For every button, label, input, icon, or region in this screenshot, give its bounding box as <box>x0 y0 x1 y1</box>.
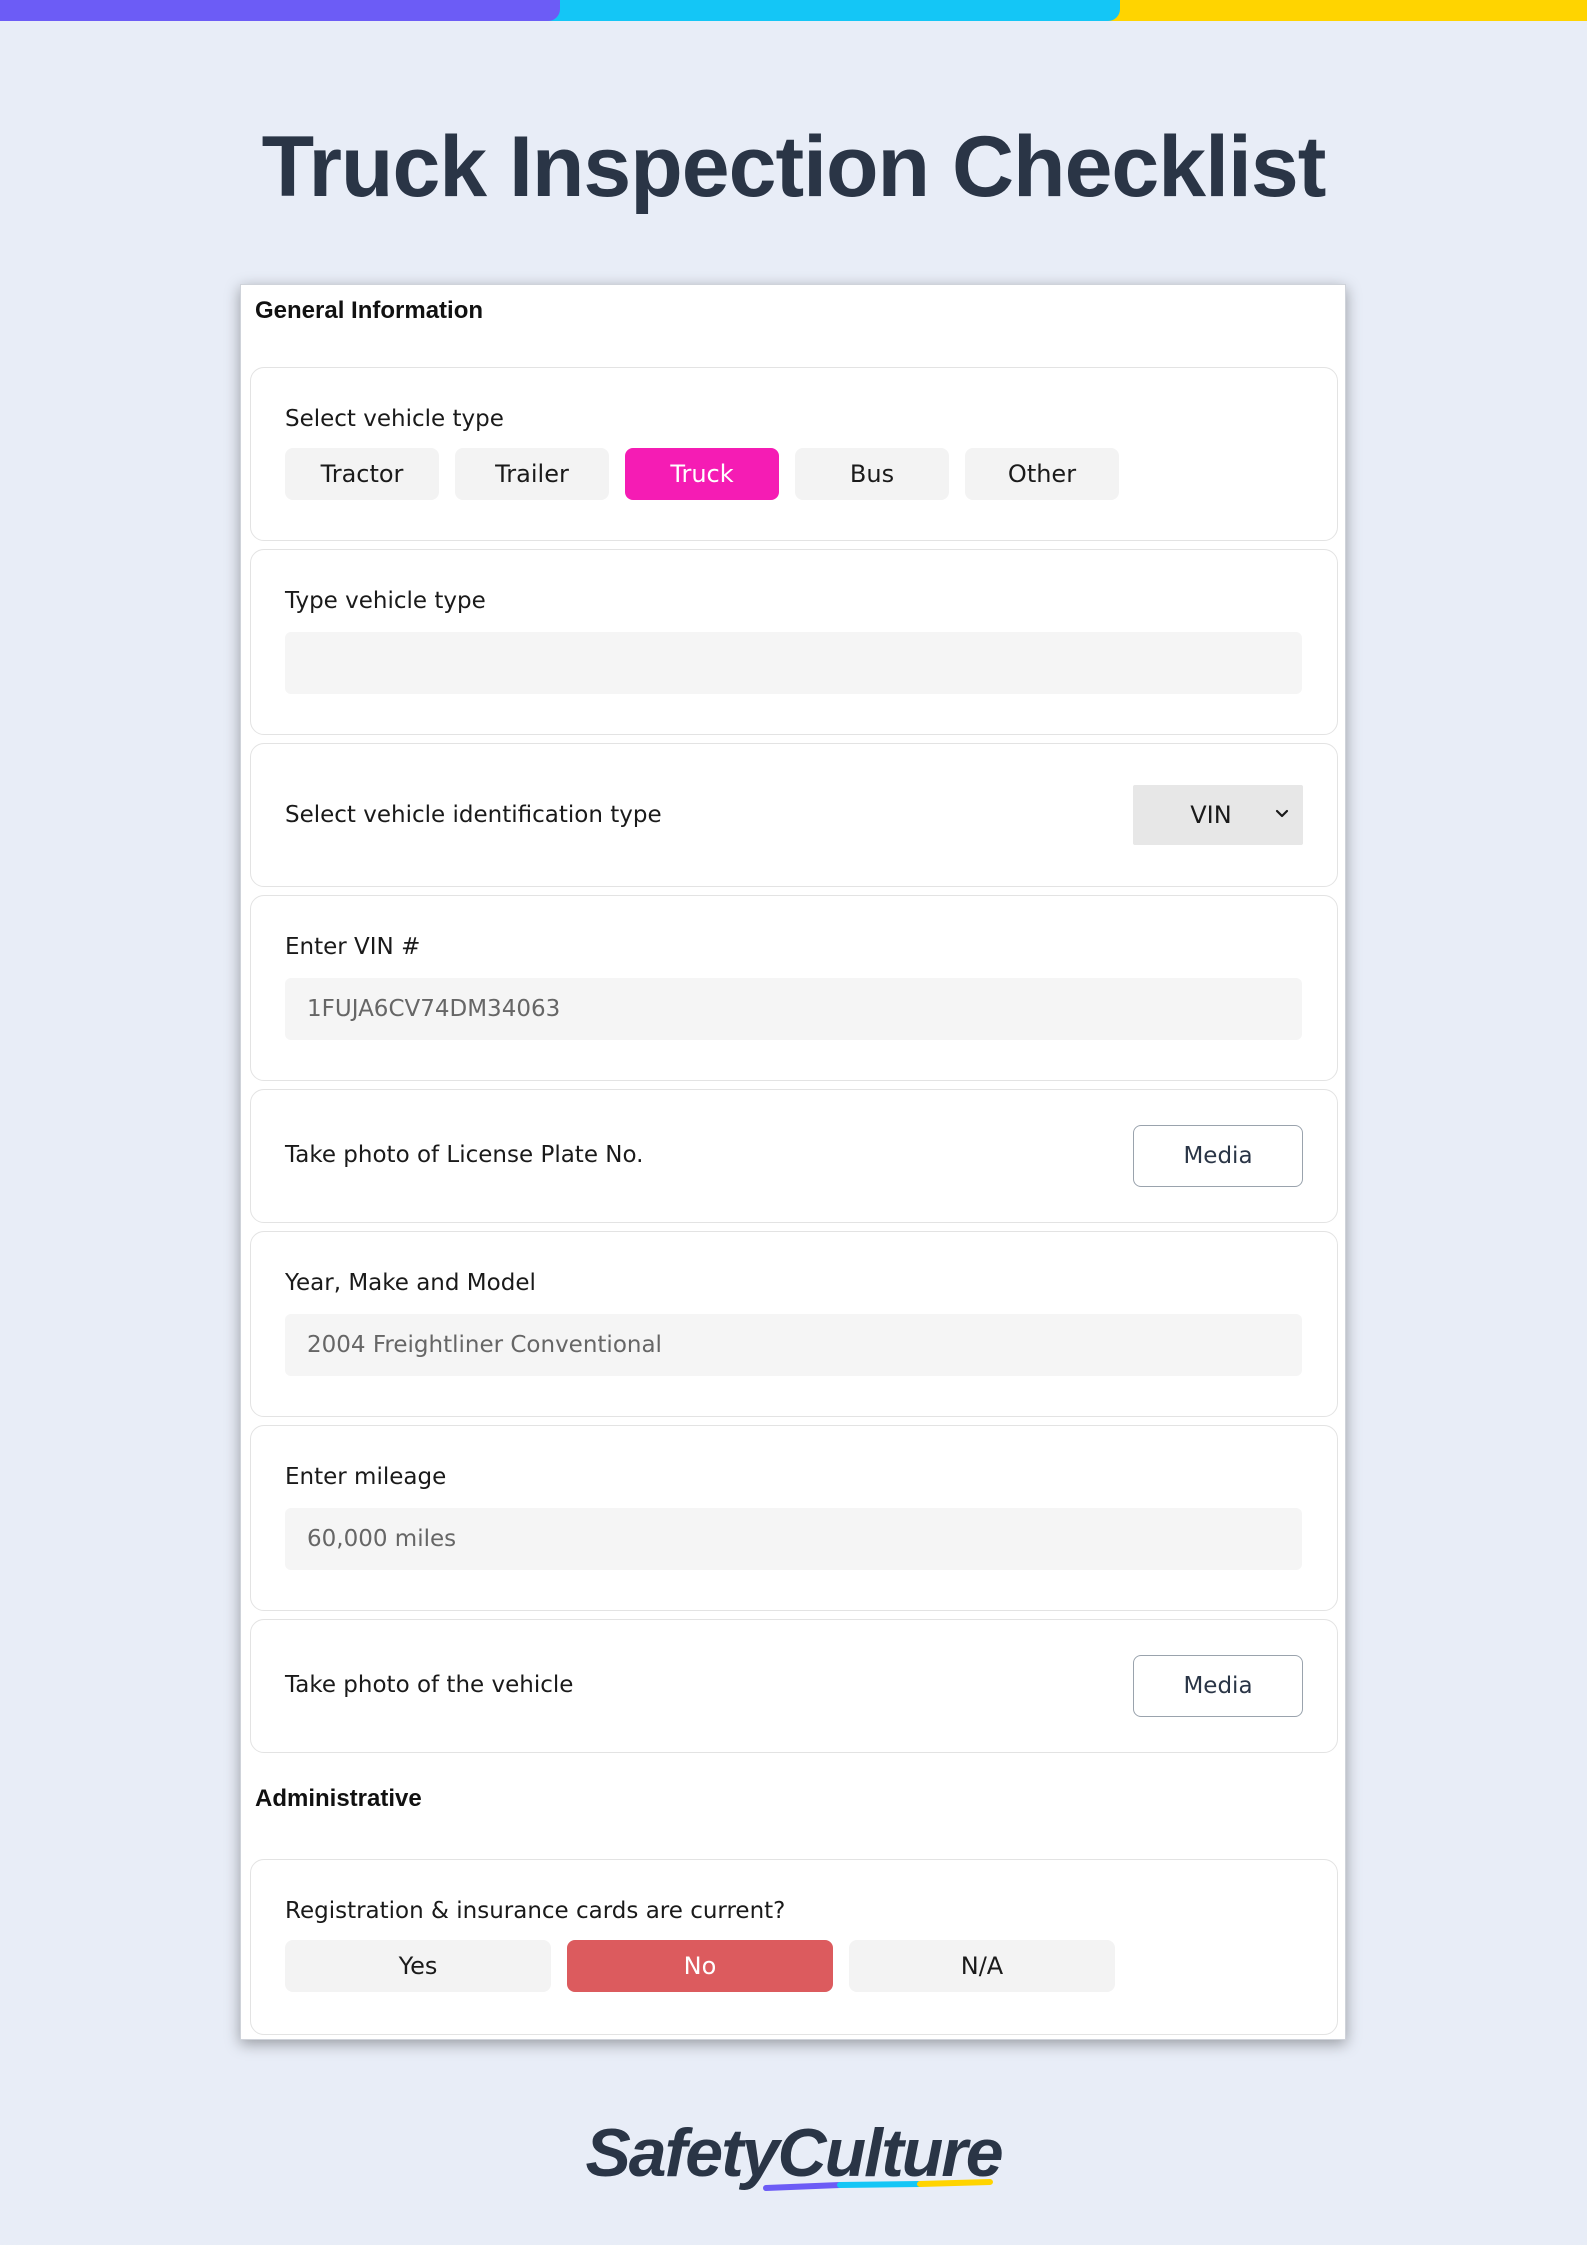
vehicle-photo-label: Take photo of the vehicle <box>285 1672 574 1698</box>
mileage-label: Enter mileage <box>285 1464 447 1490</box>
accent-bar-cyan <box>540 0 1120 21</box>
section-title-administrative: Administrative <box>255 1785 422 1812</box>
registration-label: Registration & insurance cards are curre… <box>285 1898 786 1924</box>
year-make-model-input[interactable]: 2004 Freightliner Conventional <box>285 1314 1302 1376</box>
chevron-down-icon <box>1275 809 1289 818</box>
type-vehicle-input[interactable] <box>285 632 1302 694</box>
license-plate-media-button[interactable]: Media <box>1133 1125 1303 1187</box>
registration-option-na[interactable]: N/A <box>849 1940 1115 1992</box>
vin-input[interactable]: 1FUJA6CV74DM34063 <box>285 978 1302 1040</box>
vehicle-type-option-other[interactable]: Other <box>965 448 1119 500</box>
field-vehicle-photo: Take photo of the vehicle Media <box>250 1619 1338 1753</box>
type-vehicle-label: Type vehicle type <box>285 588 486 614</box>
accent-bar-purple <box>0 0 560 21</box>
field-type-vehicle-type: Type vehicle type <box>250 549 1338 735</box>
identification-type-select[interactable]: VIN <box>1133 785 1303 845</box>
field-mileage: Enter mileage 60,000 miles <box>250 1425 1338 1611</box>
field-identification-type: Select vehicle identification type VIN <box>250 743 1338 887</box>
mileage-input[interactable]: 60,000 miles <box>285 1508 1302 1570</box>
registration-option-yes[interactable]: Yes <box>285 1940 551 1992</box>
vin-label: Enter VIN # <box>285 934 421 960</box>
top-accent-bar <box>0 0 1587 21</box>
year-make-model-label: Year, Make and Model <box>285 1270 536 1296</box>
vehicle-photo-media-button[interactable]: Media <box>1133 1655 1303 1717</box>
vehicle-type-option-trailer[interactable]: Trailer <box>455 448 609 500</box>
section-title-general: General Information <box>255 297 484 324</box>
page-title: Truck Inspection Checklist <box>261 119 1327 215</box>
vehicle-type-label: Select vehicle type <box>285 406 504 432</box>
registration-options: Yes No N/A <box>285 1940 1115 1992</box>
inspection-form: General Information Select vehicle type … <box>240 284 1346 2040</box>
field-vin: Enter VIN # 1FUJA6CV74DM34063 <box>250 895 1338 1081</box>
identification-type-value: VIN <box>1190 801 1232 829</box>
vehicle-type-option-truck[interactable]: Truck <box>625 448 779 500</box>
vehicle-type-options: Tractor Trailer Truck Bus Other <box>285 448 1119 500</box>
field-license-plate-photo: Take photo of License Plate No. Media <box>250 1089 1338 1223</box>
vehicle-type-option-tractor[interactable]: Tractor <box>285 448 439 500</box>
field-registration-insurance: Registration & insurance cards are curre… <box>250 1859 1338 2035</box>
license-plate-label: Take photo of License Plate No. <box>285 1142 644 1168</box>
accent-bar-yellow <box>1100 0 1587 21</box>
registration-option-no[interactable]: No <box>567 1940 833 1992</box>
vehicle-type-option-bus[interactable]: Bus <box>795 448 949 500</box>
field-vehicle-type: Select vehicle type Tractor Trailer Truc… <box>250 367 1338 541</box>
identification-type-label: Select vehicle identification type <box>285 802 662 828</box>
field-year-make-model: Year, Make and Model 2004 Freightliner C… <box>250 1231 1338 1417</box>
logo-underline-swoosh <box>763 2179 993 2191</box>
